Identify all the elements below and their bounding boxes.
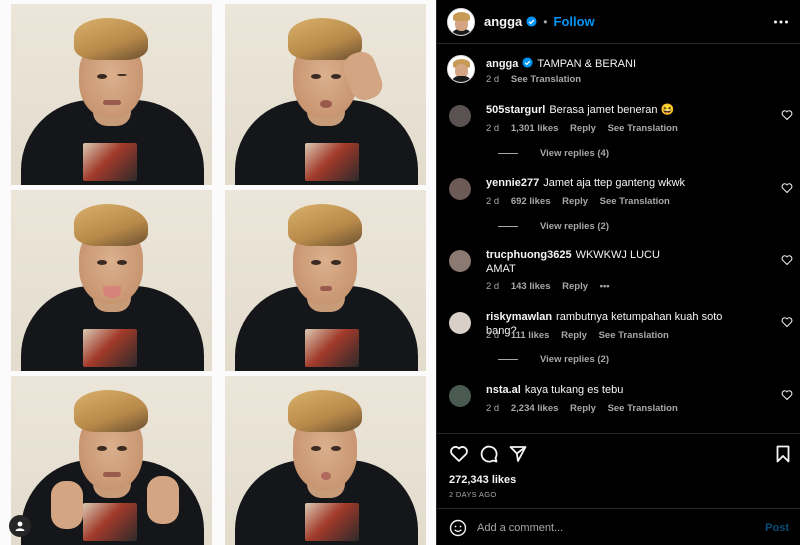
see-translation-button[interactable]: See Translation [608, 123, 678, 134]
post-media[interactable] [0, 0, 436, 545]
comments-list[interactable]: angga TAMPAN & BERANI 2 d See Translation… [437, 45, 800, 433]
post-header: angga • Follow [437, 0, 800, 44]
reply-button[interactable]: Reply [570, 123, 596, 134]
comment-likes[interactable]: 111 likes [511, 330, 550, 341]
replies-line [498, 153, 518, 154]
photo-kiss [225, 376, 426, 545]
heart-icon[interactable] [781, 182, 793, 194]
like-count[interactable]: 272,343 likes [449, 474, 516, 486]
commenter-username[interactable]: yennie277 [486, 177, 539, 189]
reply-button[interactable]: Reply [570, 403, 596, 414]
comment-likes[interactable]: 1,301 likes [511, 123, 559, 134]
user-tag-icon[interactable] [9, 515, 31, 537]
comment-time[interactable]: 2 d [486, 196, 499, 207]
see-translation-button[interactable]: See Translation [599, 330, 669, 341]
reply-button[interactable]: Reply [562, 281, 588, 292]
share-icon[interactable] [508, 444, 528, 464]
comment-likes[interactable]: 692 likes [511, 196, 551, 207]
more-icon[interactable] [773, 14, 789, 30]
view-replies-button[interactable]: View replies (4) [486, 148, 609, 159]
post-timestamp[interactable]: 2 DAYS AGO [449, 490, 496, 499]
author-username[interactable]: angga [484, 14, 522, 29]
commenter-avatar[interactable] [449, 312, 471, 334]
photo-pout [225, 190, 426, 371]
see-translation-button[interactable]: See Translation [608, 403, 678, 414]
heart-icon[interactable] [449, 444, 469, 464]
comment-text: Jamet aja ttep ganteng wkwk [543, 177, 686, 189]
comment-text: Berasa jamet beneran 😆 [549, 104, 675, 116]
author-avatar[interactable] [447, 55, 475, 83]
commenter-username[interactable]: riskymawlan [486, 311, 552, 323]
post-comment-button[interactable]: Post [765, 522, 789, 534]
comment-composer: Add a comment... Post [437, 508, 800, 545]
reply-button[interactable]: Reply [562, 196, 588, 207]
emoji-icon[interactable] [449, 519, 467, 537]
separator-dot: • [543, 14, 548, 29]
view-replies-label[interactable]: View replies (4) [540, 148, 609, 159]
commenter-avatar[interactable] [449, 250, 471, 272]
photo-wink [11, 4, 212, 185]
view-replies-button[interactable]: View replies (2) [486, 354, 609, 365]
view-replies-button[interactable]: View replies (2) [486, 221, 609, 232]
bookmark-icon[interactable] [773, 444, 793, 464]
see-translation-button[interactable]: See Translation [511, 74, 581, 85]
photo-rock-hands [11, 376, 212, 545]
comment-text: kaya tukang es tebu [524, 384, 624, 396]
comment-likes[interactable]: 2,234 likes [511, 403, 559, 414]
comment-likes[interactable]: 143 likes [511, 281, 551, 292]
commenter-username[interactable]: 505stargurl [486, 104, 545, 116]
comment-time[interactable]: 2 d [486, 330, 499, 341]
view-replies-label[interactable]: View replies (2) [540, 221, 609, 232]
heart-icon[interactable] [781, 254, 793, 266]
caption-time[interactable]: 2 d [486, 74, 499, 85]
post-actions: 272,343 likes 2 DAYS AGO Add a comment..… [437, 433, 800, 545]
photo-tongue [11, 190, 212, 371]
post-details-panel: angga • Follow angga TAMPAN & BERANI 2 d … [436, 0, 800, 545]
verified-badge-icon [526, 16, 537, 27]
replies-line [498, 226, 518, 227]
author-avatar[interactable] [447, 7, 475, 36]
heart-icon[interactable] [781, 389, 793, 401]
follow-button[interactable]: Follow [554, 14, 595, 29]
comment-input[interactable]: Add a comment... [477, 522, 563, 534]
comment-options-icon[interactable]: ••• [600, 281, 610, 292]
commenter-username[interactable]: nsta.al [486, 384, 521, 396]
caption-username[interactable]: angga [486, 58, 518, 70]
comment-time[interactable]: 2 d [486, 281, 499, 292]
heart-icon[interactable] [781, 109, 793, 121]
commenter-avatar[interactable] [449, 105, 471, 127]
caption-text: TAMPAN & BERANI [537, 58, 637, 70]
verified-badge-icon [522, 57, 533, 68]
comment-time[interactable]: 2 d [486, 403, 499, 414]
view-replies-label[interactable]: View replies (2) [540, 354, 609, 365]
see-translation-button[interactable]: See Translation [600, 196, 670, 207]
photo-peace-sign [225, 4, 426, 185]
heart-icon[interactable] [781, 316, 793, 328]
commenter-username[interactable]: trucphuong3625 [486, 249, 572, 261]
commenter-avatar[interactable] [449, 178, 471, 200]
reply-button[interactable]: Reply [561, 330, 587, 341]
comment-time[interactable]: 2 d [486, 123, 499, 134]
comment-icon[interactable] [479, 444, 499, 464]
commenter-avatar[interactable] [449, 385, 471, 407]
replies-line [498, 359, 518, 360]
